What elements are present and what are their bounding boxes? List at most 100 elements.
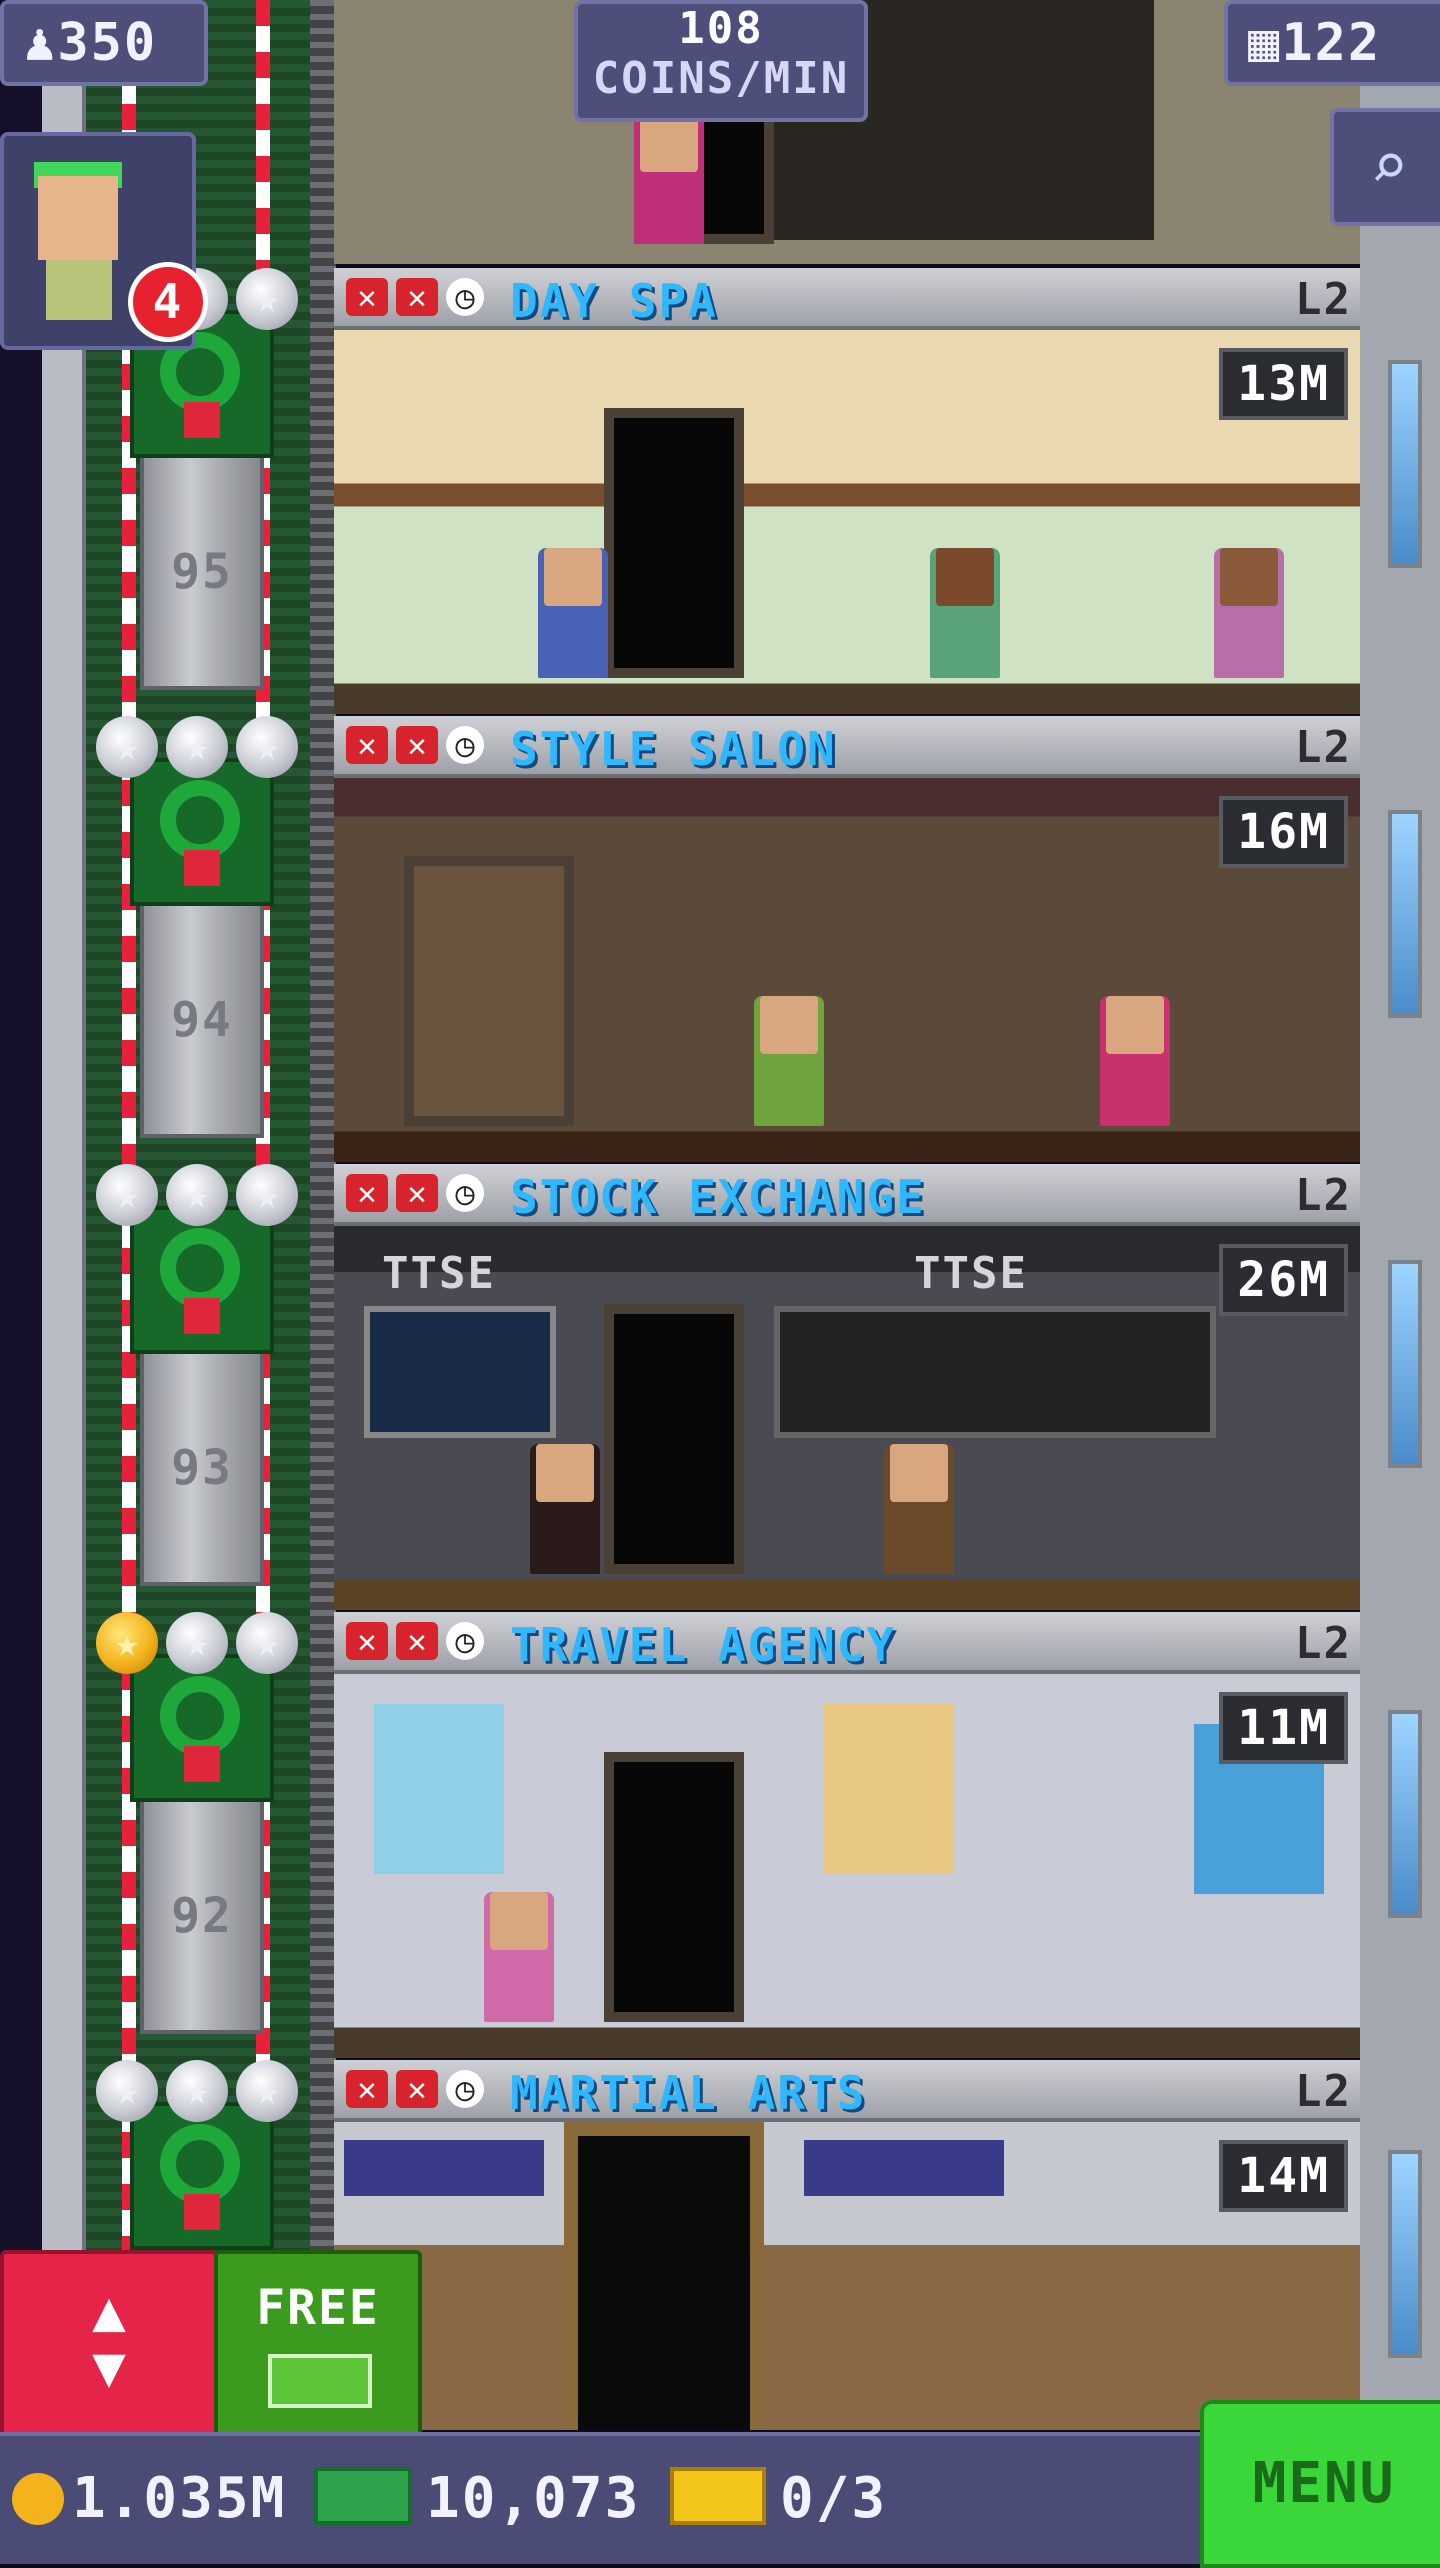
floor-name: STYLE SALON: [510, 722, 837, 776]
resident[interactable]: [530, 1444, 600, 1574]
bookshelf: [404, 856, 574, 1126]
building-icon: ▦: [1248, 13, 1282, 73]
floor-name: DAY SPA: [510, 274, 718, 328]
floor-stock-exchange[interactable]: ✕ ✕ ◷ STOCK EXCHANGE L2 TTSE TTSE 26M: [334, 1164, 1360, 1610]
floor-name: TRAVEL AGENCY: [510, 1618, 897, 1672]
elevator-rail: [310, 0, 336, 2560]
travel-poster: [824, 1704, 954, 1874]
search-button[interactable]: ⌕: [1330, 108, 1440, 226]
floor-value: 16M: [1219, 796, 1348, 868]
x-icon: ✕: [396, 278, 438, 316]
room-door: [604, 1752, 744, 2022]
x-icon: ✕: [346, 1174, 388, 1212]
x-icon: ✕: [396, 1174, 438, 1212]
resident[interactable]: [634, 114, 704, 244]
floor-style-salon[interactable]: ✕ ✕ ◷ STYLE SALON L2 16M: [334, 716, 1360, 1162]
gold-star-icon: ★: [96, 1612, 158, 1674]
population-value: 350: [57, 13, 158, 73]
bux-value: 10,073: [426, 2466, 641, 2531]
floor-title-bar: ✕ ✕ ◷ TRAVEL AGENCY L2: [334, 1612, 1360, 1674]
room-door: [604, 1304, 744, 1574]
free-bux-button[interactable]: FREE: [214, 2250, 422, 2438]
coin-icon: [12, 2473, 64, 2525]
x-icon: ✕: [396, 726, 438, 764]
floor-count-value: 122: [1281, 13, 1382, 73]
bux-icon: [268, 2354, 372, 2408]
population-counter[interactable]: ♟350: [0, 0, 208, 86]
visitor-button[interactable]: 4: [0, 132, 208, 350]
x-icon: ✕: [396, 1622, 438, 1660]
visitor-count-badge: 4: [128, 262, 208, 342]
silver-star-icon: ★: [236, 2060, 298, 2122]
room-interior: TTSE TTSE: [334, 1226, 1360, 1610]
elevator-car[interactable]: 95: [140, 452, 264, 690]
resident[interactable]: [754, 996, 824, 1126]
clock-icon: ◷: [446, 1622, 484, 1660]
building-window: [1388, 2150, 1422, 2358]
room-interior: [334, 330, 1360, 714]
floor-level: L2: [1295, 1618, 1352, 1669]
dojo-banner: [344, 2140, 544, 2196]
silver-star-icon: ★: [96, 716, 158, 778]
silver-star-icon: ★: [236, 1164, 298, 1226]
floor-number: 95: [171, 544, 233, 600]
elevator-up-down-button[interactable]: ▲ ▼: [0, 2250, 218, 2438]
ttse-sign: TTSE: [382, 1248, 496, 1299]
silver-star-icon: ★: [166, 1612, 228, 1674]
floor-number: 92: [171, 1888, 233, 1944]
floor-count[interactable]: ▦122: [1224, 0, 1440, 86]
resident[interactable]: [930, 548, 1000, 678]
floor-day-spa[interactable]: ✕ ✕ ◷ DAY SPA L2 13M: [334, 268, 1360, 714]
floor-title-bar: ✕ ✕ ◷ DAY SPA L2: [334, 268, 1360, 330]
bux-balance[interactable]: 10,073: [314, 2464, 640, 2534]
menu-button[interactable]: MENU: [1200, 2400, 1440, 2568]
floor-stars: ★ ★ ★: [96, 1612, 306, 1684]
floor-title-bar: ✕ ✕ ◷ MARTIAL ARTS L2: [334, 2060, 1360, 2122]
x-icon: ✕: [346, 278, 388, 316]
coins-per-minute: 108 COINS/MIN: [574, 0, 868, 122]
elevator-car[interactable]: 93: [140, 1348, 264, 1586]
building-window: [1388, 810, 1422, 1018]
resident[interactable]: [884, 1444, 954, 1574]
space-background: [0, 0, 42, 2560]
resident[interactable]: [1100, 996, 1170, 1126]
silver-star-icon: ★: [236, 1612, 298, 1674]
clock-icon: ◷: [446, 1174, 484, 1212]
room-interior: [334, 2122, 1360, 2430]
building-window: [1388, 360, 1422, 568]
floor-name: MARTIAL ARTS: [510, 2066, 867, 2120]
floor-level: L2: [1295, 1170, 1352, 1221]
vip-balance[interactable]: 0/3: [670, 2464, 887, 2534]
floor-stars: ★ ★ ★: [96, 716, 306, 788]
x-icon: ✕: [346, 726, 388, 764]
bux-icon: [314, 2467, 412, 2525]
floor-stars: ★ ★ ★: [96, 2060, 306, 2132]
floor-level: L2: [1295, 274, 1352, 325]
stock-ticker-board: [774, 1306, 1216, 1438]
floor-number: 93: [171, 1440, 233, 1496]
elevator-car[interactable]: 94: [140, 900, 264, 1138]
floor-title-bar: ✕ ✕ ◷ STYLE SALON L2: [334, 716, 1360, 778]
up-down-arrow-icon: ▲ ▼: [92, 2279, 126, 2400]
silver-star-icon: ★: [236, 716, 298, 778]
building-window: [1388, 1260, 1422, 1468]
floor-value: 13M: [1219, 348, 1348, 420]
x-icon: ✕: [396, 2070, 438, 2108]
resident[interactable]: [538, 548, 608, 678]
silver-star-icon: ★: [236, 268, 298, 330]
floor-value: 26M: [1219, 1244, 1348, 1316]
elevator-car[interactable]: 92: [140, 1796, 264, 2034]
resident[interactable]: [484, 1892, 554, 2022]
stock-chart-screen: [364, 1306, 556, 1438]
coins-value: 1.035M: [72, 2466, 287, 2531]
person-icon: ♟: [24, 13, 58, 73]
coins-per-minute-value: 108: [678, 3, 764, 54]
clock-icon: ◷: [446, 278, 484, 316]
magnifier-icon: ⌕: [1369, 130, 1409, 204]
coins-balance[interactable]: 1.035M: [12, 2464, 286, 2534]
floor-martial-arts[interactable]: ✕ ✕ ◷ MARTIAL ARTS L2 14M: [334, 2060, 1360, 2430]
resident[interactable]: [1214, 548, 1284, 678]
floor-travel-agency[interactable]: ✕ ✕ ◷ TRAVEL AGENCY L2 11M: [334, 1612, 1360, 2058]
silver-star-icon: ★: [96, 2060, 158, 2122]
x-icon: ✕: [346, 1622, 388, 1660]
